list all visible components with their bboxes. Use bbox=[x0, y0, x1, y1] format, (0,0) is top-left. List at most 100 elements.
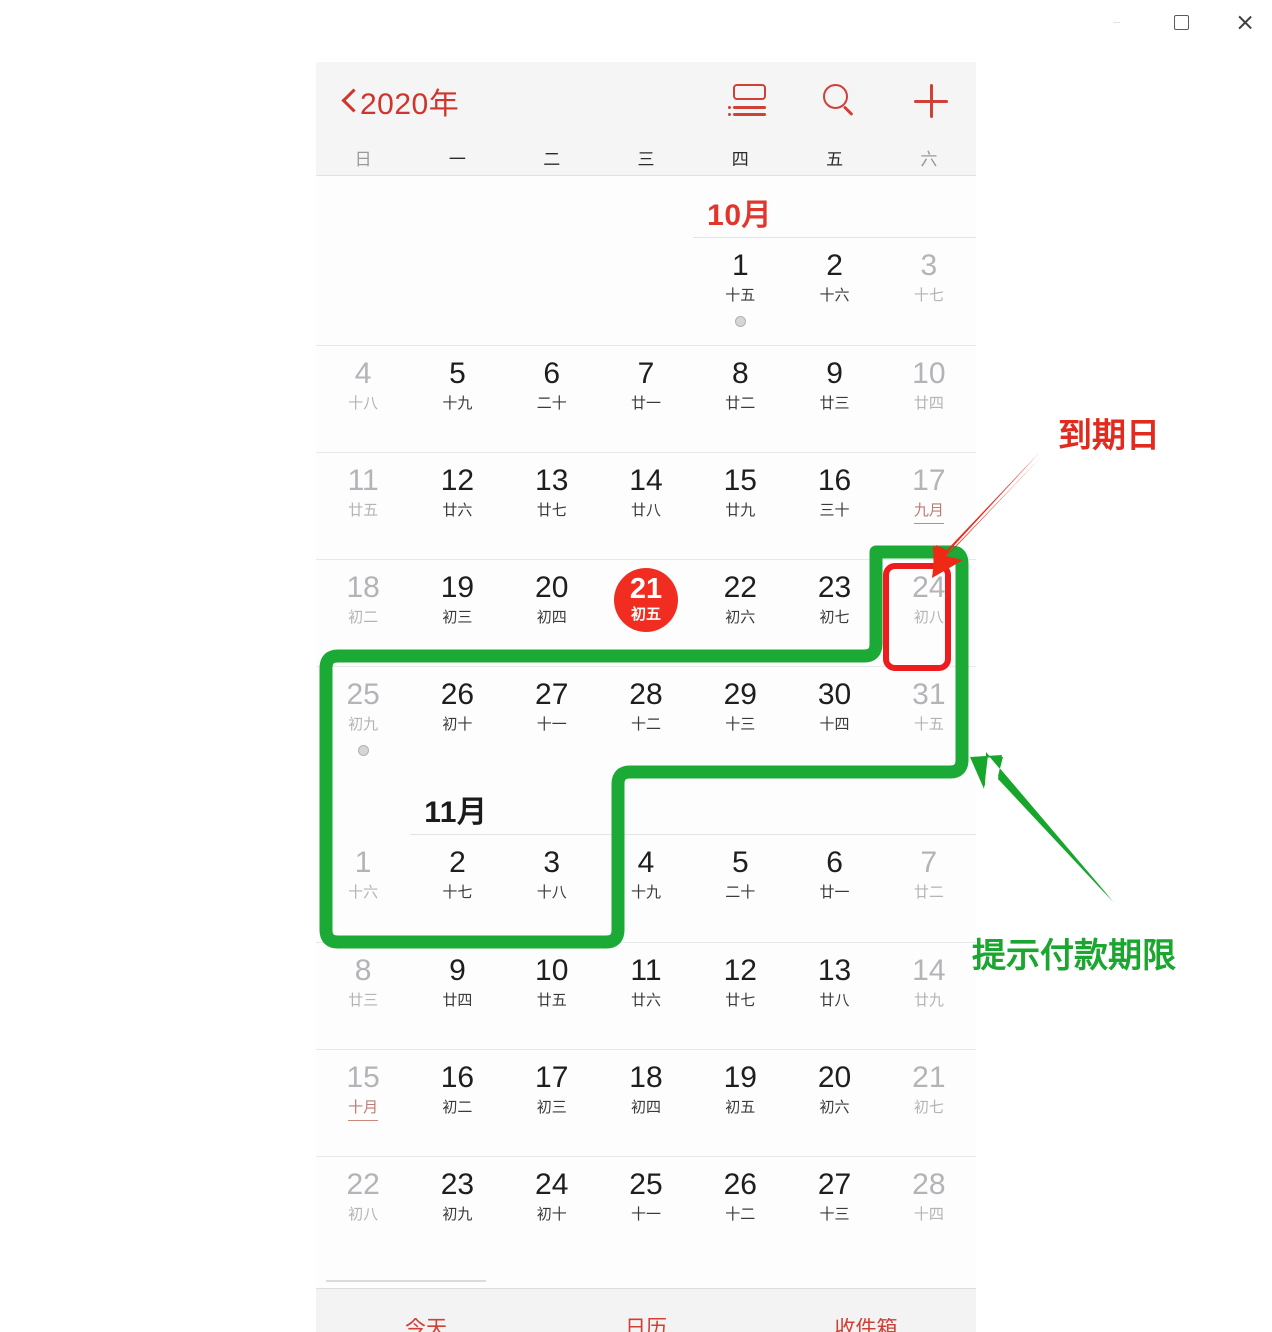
day-number: 16 bbox=[817, 464, 852, 497]
day-cell[interactable]: 9 廿四 bbox=[410, 943, 504, 1049]
day-cell[interactable]: 8 廿二 bbox=[693, 346, 787, 452]
event-dot bbox=[734, 316, 746, 327]
day-number: 28 bbox=[629, 678, 663, 711]
lunar-label: 廿二 bbox=[913, 883, 944, 901]
minimize-button[interactable]: — bbox=[1104, 9, 1130, 35]
day-cell[interactable]: 7 廿一 bbox=[599, 346, 693, 452]
day-number: 18 bbox=[346, 571, 380, 604]
lunar-label: 十六 bbox=[348, 883, 379, 901]
day-cell[interactable]: 18 初四 bbox=[599, 1050, 693, 1156]
day-cell[interactable]: 19 初五 bbox=[693, 1050, 787, 1156]
maximize-icon bbox=[1173, 14, 1189, 30]
day-cell[interactable]: 12 廿六 bbox=[410, 453, 504, 559]
day-cell[interactable]: 23 初七 bbox=[787, 560, 881, 666]
list-view-icon[interactable] bbox=[728, 84, 766, 118]
day-number: 16 bbox=[440, 1061, 475, 1094]
day-cell[interactable]: 1 十六 bbox=[316, 835, 410, 942]
bottom-tabbar: 今天 日历 收件箱 bbox=[316, 1288, 976, 1332]
day-number: 14 bbox=[912, 954, 946, 987]
day-cell[interactable]: 22 初六 bbox=[693, 560, 787, 666]
day-cell[interactable]: 7 廿二 bbox=[882, 835, 976, 942]
month-name: 10月 bbox=[707, 199, 773, 232]
week-row: 1 十五 2 十六 3 十七 bbox=[316, 238, 976, 345]
day-cell[interactable]: 17 初三 bbox=[505, 1050, 599, 1156]
day-cell[interactable]: 20 初四 bbox=[505, 560, 599, 666]
day-cell[interactable]: 25 十一 bbox=[599, 1157, 693, 1263]
day-cell[interactable]: 13 廿八 bbox=[787, 943, 881, 1049]
day-cell[interactable]: 3 十八 bbox=[505, 835, 599, 942]
day-cell[interactable]: 27 十三 bbox=[787, 1157, 881, 1263]
close-button[interactable] bbox=[1232, 9, 1258, 35]
day-cell[interactable]: 3 十七 bbox=[882, 238, 976, 345]
day-cell[interactable]: 18 初二 bbox=[316, 560, 410, 666]
day-number: 9 bbox=[449, 954, 466, 987]
day-cell[interactable]: 17 九月 bbox=[882, 453, 976, 559]
week-row: 8 廿三 9 廿四 10 廿五 11 廿六 12 廿七 13 廿八 14 廿九 bbox=[316, 942, 976, 1049]
week-row: 15 十月 16 初二 17 初三 18 初四 19 初五 20 初六 21 初七 bbox=[316, 1049, 976, 1156]
lunar-label: 十五 bbox=[913, 715, 944, 733]
day-cell[interactable]: 9 廿三 bbox=[787, 346, 881, 452]
day-cell[interactable]: 16 初二 bbox=[410, 1050, 504, 1156]
day-cell[interactable]: 15 十月 bbox=[316, 1050, 410, 1156]
lunar-label: 十九 bbox=[442, 394, 473, 412]
lunar-label: 十四 bbox=[819, 715, 850, 733]
day-cell[interactable]: 16 三十 bbox=[787, 453, 881, 559]
day-cell[interactable]: 2 十七 bbox=[410, 835, 504, 942]
day-cell[interactable]: 5 二十 bbox=[693, 835, 787, 942]
day-cell[interactable]: 14 廿九 bbox=[882, 943, 976, 1049]
day-cell[interactable]: 30 十四 bbox=[787, 667, 881, 773]
day-number: 23 bbox=[440, 1168, 475, 1201]
weekday-1: 一 bbox=[448, 150, 466, 169]
back-to-year-button[interactable]: 2020年 bbox=[342, 79, 459, 123]
tab-1[interactable]: 日历 bbox=[536, 1318, 756, 1332]
day-cell[interactable]: 29 十三 bbox=[693, 667, 787, 773]
day-cell[interactable]: 28 十四 bbox=[882, 1157, 976, 1263]
day-cell[interactable]: 1 十五 bbox=[693, 238, 787, 345]
plus-icon[interactable] bbox=[914, 84, 948, 118]
tab-0[interactable]: 今天 bbox=[316, 1318, 536, 1332]
lunar-label: 十七 bbox=[442, 883, 473, 901]
day-cell[interactable]: 20 初六 bbox=[787, 1050, 881, 1156]
day-cell[interactable]: 26 初十 bbox=[410, 667, 504, 773]
day-cell[interactable]: 21 初七 bbox=[882, 1050, 976, 1156]
day-cell[interactable]: 5 十九 bbox=[410, 346, 504, 452]
day-cell[interactable]: 24 初十 bbox=[505, 1157, 599, 1263]
day-cell[interactable]: 4 十九 bbox=[599, 835, 693, 942]
day-cell[interactable]: 6 廿一 bbox=[787, 835, 881, 942]
day-cell[interactable]: 11 廿五 bbox=[316, 453, 410, 559]
day-cell[interactable]: 13 廿七 bbox=[505, 453, 599, 559]
day-cell[interactable]: 28 十二 bbox=[599, 667, 693, 773]
day-number: 4 bbox=[637, 846, 655, 879]
lunar-label: 初五 bbox=[725, 1098, 756, 1116]
day-cell[interactable]: 25 初九 bbox=[316, 667, 410, 773]
day-cell[interactable]: 19 初三 bbox=[410, 560, 504, 666]
day-cell[interactable]: 12 廿七 bbox=[693, 943, 787, 1049]
day-cell[interactable]: 10 廿五 bbox=[505, 943, 599, 1049]
lunar-label: 初六 bbox=[819, 1098, 850, 1116]
day-cell[interactable]: 23 初九 bbox=[410, 1157, 504, 1263]
day-cell[interactable]: 11 廿六 bbox=[599, 943, 693, 1049]
search-icon[interactable] bbox=[822, 83, 858, 119]
maximize-button[interactable] bbox=[1168, 9, 1194, 35]
payment-deadline-annotation: 提示付款期限 bbox=[972, 928, 1176, 977]
day-cell[interactable]: 27 十一 bbox=[505, 667, 599, 773]
day-cell[interactable]: 6 二十 bbox=[505, 346, 599, 452]
day-cell[interactable]: 8 廿三 bbox=[316, 943, 410, 1049]
day-number: 6 bbox=[543, 357, 561, 390]
lunar-label: 廿三 bbox=[819, 394, 850, 412]
day-cell[interactable]: 24 初八 bbox=[882, 560, 976, 666]
day-number: 19 bbox=[440, 571, 475, 604]
month-name: 11月 bbox=[424, 796, 488, 829]
day-cell[interactable]: 2 十六 bbox=[787, 238, 881, 345]
day-cell[interactable]: 4 十八 bbox=[316, 346, 410, 452]
day-cell[interactable]: 21 初五 bbox=[599, 560, 693, 666]
day-cell[interactable]: 15 廿九 bbox=[693, 453, 787, 559]
day-cell[interactable]: 26 十二 bbox=[693, 1157, 787, 1263]
day-cell[interactable]: 10 廿四 bbox=[882, 346, 976, 452]
lunar-label: 初十 bbox=[536, 1205, 567, 1223]
tab-2[interactable]: 收件箱 bbox=[756, 1318, 976, 1332]
day-cell[interactable]: 22 初八 bbox=[316, 1157, 410, 1263]
lunar-label: 十三 bbox=[819, 1205, 850, 1223]
day-cell[interactable]: 14 廿八 bbox=[599, 453, 693, 559]
day-cell[interactable]: 31 十五 bbox=[882, 667, 976, 773]
